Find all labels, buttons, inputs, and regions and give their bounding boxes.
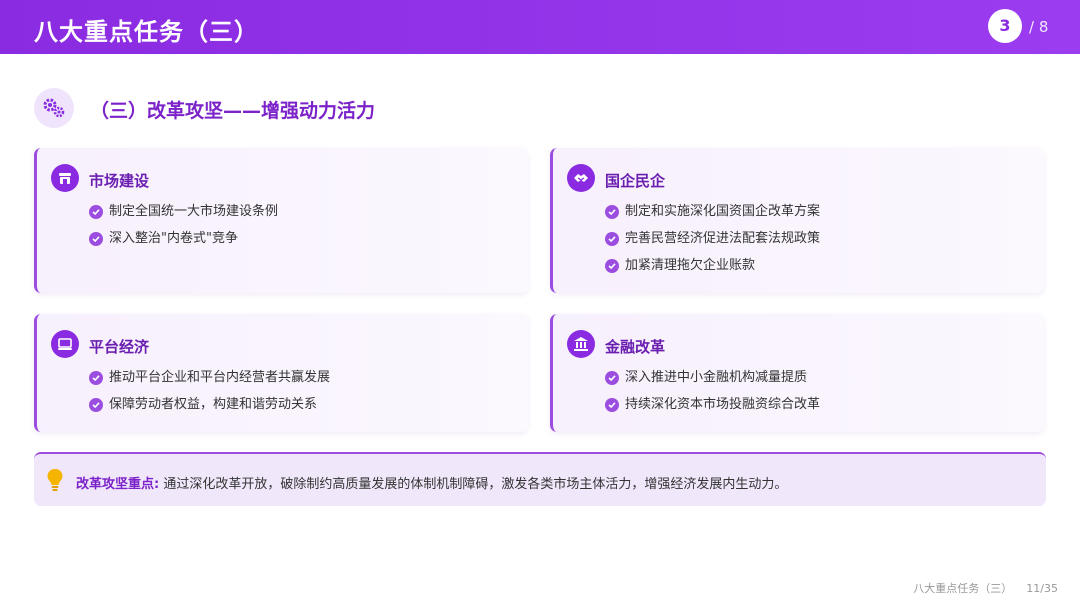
card-list: 制定全国统一大市场建设条例 深入整治"内卷式"竞争 [89, 204, 278, 258]
list-item-text: 制定和实施深化国资国企改革方案 [625, 204, 821, 219]
header-bar: 八大重点任务（三） 3 / 8 [0, 0, 1080, 54]
list-item: 推动平台企业和平台内经营者共赢发展 [89, 370, 330, 397]
list-item: 制定全国统一大市场建设条例 [89, 204, 278, 231]
handshake-icon [567, 164, 595, 192]
check-circle-icon [605, 371, 619, 385]
list-item: 深入整治"内卷式"竞争 [89, 231, 278, 258]
note-label: 改革攻坚重点: [76, 477, 160, 492]
check-circle-icon [89, 232, 103, 246]
footer-title: 八大重点任务（三） [913, 582, 1013, 595]
bank-icon [567, 330, 595, 358]
card-title: 国企民企 [605, 172, 666, 190]
laptop-icon [51, 330, 79, 358]
check-circle-icon [89, 205, 103, 219]
store-icon [51, 164, 79, 192]
card-list: 制定和实施深化国资国企改革方案 完善民营经济促进法配套法规政策 加紧清理拖欠企业… [605, 204, 820, 285]
list-item: 深入推进中小金融机构减量提质 [605, 370, 820, 397]
check-circle-icon [605, 232, 619, 246]
card-soe-private: 国企民企 制定和实施深化国资国企改革方案 完善民营经济促进法配套法规政策 加紧清… [550, 148, 1044, 293]
list-item-text: 加紧清理拖欠企业账款 [625, 258, 756, 273]
list-item-text: 深入整治"内卷式"竞争 [109, 231, 238, 246]
current-page-badge: 3 [988, 9, 1022, 43]
card-market: 市场建设 制定全国统一大市场建设条例 深入整治"内卷式"竞争 [34, 148, 528, 293]
check-circle-icon [605, 205, 619, 219]
list-item: 保障劳动者权益，构建和谐劳动关系 [89, 397, 330, 424]
check-circle-icon [89, 398, 103, 412]
list-item: 持续深化资本市场投融资综合改革 [605, 397, 820, 424]
note-body: 通过深化改革开放，破除制约高质量发展的体制机制障碍，激发各类市场主体活力，增强经… [159, 477, 788, 492]
slide: 八大重点任务（三） 3 / 8 （三）改革攻坚——增强动力活力 市场建设 制定全… [0, 0, 1080, 608]
footer-page-number: 11/35 [1026, 582, 1058, 595]
card-title: 平台经济 [89, 338, 150, 356]
slide-title: 八大重点任务（三） [34, 18, 259, 46]
list-item-text: 保障劳动者权益，构建和谐劳动关系 [109, 397, 318, 412]
list-item: 加紧清理拖欠企业账款 [605, 258, 820, 285]
list-item: 完善民营经济促进法配套法规政策 [605, 231, 820, 258]
card-finance-reform: 金融改革 深入推进中小金融机构减量提质 持续深化资本市场投融资综合改革 [550, 314, 1044, 432]
check-circle-icon [89, 371, 103, 385]
total-pages: / 8 [1029, 18, 1049, 36]
list-item-text: 深入推进中小金融机构减量提质 [625, 370, 808, 385]
footer: 八大重点任务（三） 11/35 [899, 580, 1058, 596]
gears-icon [34, 88, 74, 128]
key-point-note: 改革攻坚重点: 通过深化改革开放，破除制约高质量发展的体制机制障碍，激发各类市场… [34, 452, 1046, 506]
card-list: 推动平台企业和平台内经营者共赢发展 保障劳动者权益，构建和谐劳动关系 [89, 370, 330, 424]
card-list: 深入推进中小金融机构减量提质 持续深化资本市场投融资综合改革 [605, 370, 820, 424]
card-title: 市场建设 [89, 172, 150, 190]
check-circle-icon [605, 259, 619, 273]
list-item: 制定和实施深化国资国企改革方案 [605, 204, 820, 231]
list-item-text: 推动平台企业和平台内经营者共赢发展 [109, 370, 331, 385]
note-text: 改革攻坚重点: 通过深化改革开放，破除制约高质量发展的体制机制障碍，激发各类市场… [76, 473, 787, 492]
card-platform-economy: 平台经济 推动平台企业和平台内经营者共赢发展 保障劳动者权益，构建和谐劳动关系 [34, 314, 528, 432]
list-item-text: 持续深化资本市场投融资综合改革 [625, 397, 821, 412]
lightbulb-icon [46, 468, 64, 496]
card-title: 金融改革 [605, 338, 666, 356]
check-circle-icon [605, 398, 619, 412]
section-title: （三）改革攻坚——增强动力活力 [90, 100, 376, 122]
list-item-text: 完善民营经济促进法配套法规政策 [625, 231, 821, 246]
list-item-text: 制定全国统一大市场建设条例 [109, 204, 279, 219]
